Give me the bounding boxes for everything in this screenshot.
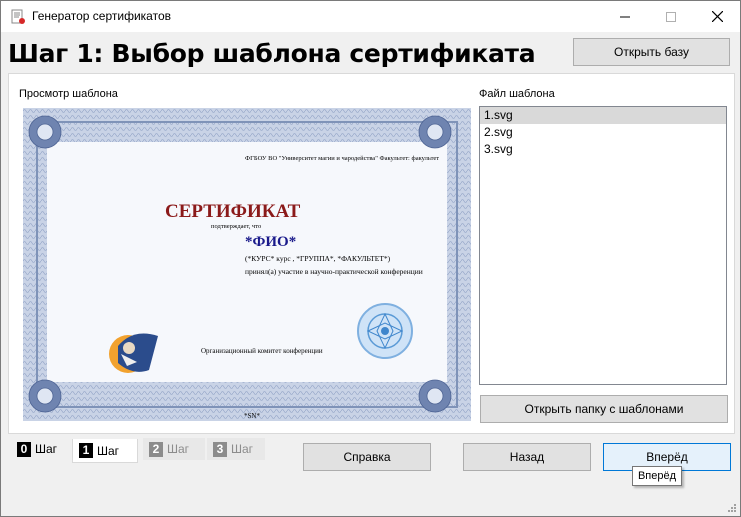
- main-window: Генератор сертификатов Шаг 1: Выбор шабл…: [0, 0, 741, 517]
- maximize-icon: [666, 11, 676, 22]
- page-title: Шаг 1: Выбор шаблона сертификата: [8, 39, 536, 68]
- cert-serial: *SN*: [244, 412, 260, 420]
- tab-label: Шаг: [97, 443, 120, 458]
- cert-participation: принял(а) участие в научно-практической …: [245, 267, 423, 276]
- preview-label: Просмотр шаблона: [19, 88, 118, 100]
- window-title: Генератор сертификатов: [32, 9, 171, 23]
- open-database-button[interactable]: Открыть базу: [573, 38, 730, 66]
- title-bar[interactable]: Генератор сертификатов: [1, 1, 740, 32]
- tab-label: Шаг: [167, 442, 190, 456]
- template-file-list[interactable]: 1.svg 2.svg 3.svg: [479, 106, 727, 385]
- close-button[interactable]: [694, 1, 740, 32]
- tab-label: Шаг: [35, 442, 58, 456]
- minimize-icon: [620, 16, 630, 17]
- tab-step-0[interactable]: 0 Шаг: [11, 438, 71, 460]
- open-templates-folder-button[interactable]: Открыть папку с шаблонами: [480, 395, 728, 423]
- tab-step-1[interactable]: 1 Шаг: [72, 439, 138, 463]
- back-button[interactable]: Назад: [463, 443, 591, 471]
- close-icon: [711, 11, 723, 22]
- list-item[interactable]: 2.svg: [480, 124, 726, 141]
- list-item[interactable]: 1.svg: [480, 107, 726, 124]
- next-tooltip: Вперёд: [632, 466, 682, 486]
- seal-icon: [357, 303, 413, 359]
- tab-step-3[interactable]: 3 Шаг: [207, 438, 265, 460]
- help-button[interactable]: Справка: [303, 443, 431, 471]
- step-number: 0: [17, 441, 31, 457]
- template-file-label: Файл шаблона: [479, 88, 555, 100]
- template-panel: Просмотр шаблона Файл шаблона ФГБОУ ВО "…: [8, 73, 735, 434]
- cert-title: СЕРТИФИКАТ: [165, 201, 301, 222]
- cert-org: ФГБОУ ВО "Университет магии и чародейств…: [245, 155, 439, 162]
- step-number: 1: [79, 443, 93, 458]
- certificate-preview: ФГБОУ ВО "Университет магии и чародейств…: [23, 108, 471, 421]
- maximize-button[interactable]: [648, 1, 694, 32]
- list-item[interactable]: 3.svg: [480, 141, 726, 158]
- cert-name: *ФИО*: [245, 234, 296, 250]
- tab-label: Шаг: [231, 442, 254, 456]
- app-icon: [11, 9, 25, 24]
- resize-grip-icon[interactable]: [726, 502, 736, 512]
- tab-step-2[interactable]: 2 Шаг: [143, 438, 205, 460]
- step-number: 3: [213, 441, 227, 457]
- cert-course: (*КУРС* курс , *ГРУППА*, *ФАКУЛЬТЕТ*): [245, 254, 391, 263]
- minimize-button[interactable]: [602, 1, 648, 32]
- cert-committee: Организационный комитет конференции: [201, 347, 323, 355]
- step-number: 2: [149, 441, 163, 457]
- cert-confirms: подтверждает, что: [211, 223, 261, 230]
